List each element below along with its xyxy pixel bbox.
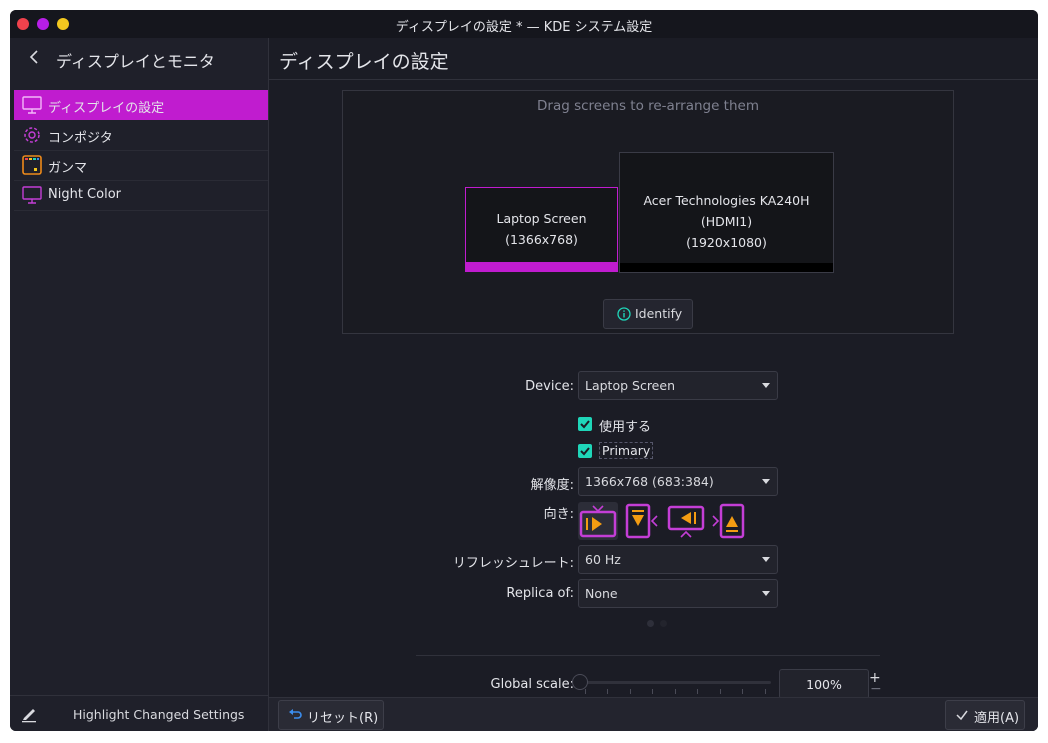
- orientation-portrait-right-button[interactable]: [621, 502, 661, 540]
- slider-tick: [765, 689, 766, 694]
- screen-name: Laptop Screen: [496, 211, 587, 226]
- chevron-down-icon: [762, 479, 770, 484]
- screen-laptop[interactable]: Laptop Screen (1366x768): [465, 187, 618, 272]
- refresh-rate-label: リフレッシュレート:: [452, 556, 574, 571]
- portrait-left-icon: [712, 503, 745, 539]
- device-combobox[interactable]: Laptop Screen: [578, 371, 778, 400]
- check-icon: [580, 420, 590, 429]
- gear-icon: [24, 127, 40, 143]
- page-title: ディスプレイの設定: [279, 51, 449, 73]
- arrange-hint: Drag screens to re-arrange them: [537, 98, 759, 114]
- slider-tick: [607, 689, 608, 694]
- sidebar-header: ディスプレイとモニタ: [10, 38, 268, 78]
- replica-of-value: None: [585, 586, 618, 601]
- reset-label: リセット(R): [307, 711, 379, 726]
- enabled-label: 使用する: [599, 420, 652, 435]
- resolution-combobox[interactable]: 1366x768 (683:384): [578, 467, 778, 496]
- apply-label: 適用(A): [974, 711, 1020, 726]
- sidebar-item-label: Night Color: [48, 187, 121, 202]
- title-bar: ディスプレイの設定 * — KDE システム設定: [10, 10, 1038, 38]
- identify-label: Identify: [635, 306, 683, 321]
- slider-tick: [742, 689, 743, 694]
- enabled-checkbox[interactable]: [578, 417, 592, 431]
- sidebar-item-compositor[interactable]: コンポジタ: [14, 120, 268, 151]
- device-label: Device:: [525, 379, 574, 394]
- replica-of-label: Replica of:: [506, 586, 574, 601]
- global-scale-label: Global scale:: [490, 677, 574, 692]
- sidebar-item-label: コンポジタ: [48, 131, 113, 146]
- info-icon: [617, 307, 631, 321]
- sidebar-item-label: ガンマ: [48, 161, 88, 176]
- slider-tick: [675, 689, 676, 694]
- global-scale-value: 100%: [806, 677, 842, 692]
- page-indicator-dot-1[interactable]: [647, 620, 654, 627]
- check-icon: [580, 447, 590, 456]
- global-scale-spinbox[interactable]: 100%: [779, 669, 869, 699]
- slider-tick: [652, 689, 653, 694]
- replica-of-combobox[interactable]: None: [578, 579, 778, 608]
- global-scale-slider-handle[interactable]: [572, 674, 588, 690]
- apply-button[interactable]: 適用(A): [945, 700, 1025, 730]
- screen-resolution: (1920x1080): [686, 235, 767, 250]
- portrait-right-icon: [625, 503, 658, 539]
- chevron-down-icon: [762, 591, 770, 596]
- screen-arrangement-area[interactable]: Drag screens to re-arrange them Acer Tec…: [342, 90, 954, 334]
- refresh-rate-value: 60 Hz: [585, 552, 621, 567]
- sidebar-title: ディスプレイとモニタ: [56, 52, 215, 71]
- identify-button[interactable]: Identify: [603, 299, 693, 329]
- sidebar-item-gamma[interactable]: ガンマ: [14, 150, 268, 181]
- bottom-action-bar: リセット(R) 適用(A): [269, 697, 1038, 731]
- back-arrow-icon[interactable]: [26, 48, 44, 66]
- screen-bar: [620, 263, 833, 272]
- orientation-label: 向き:: [543, 507, 574, 522]
- resolution-value: 1366x768 (683:384): [585, 474, 714, 489]
- slider-tick: [697, 689, 698, 694]
- global-scale-slider[interactable]: [578, 681, 771, 684]
- device-value: Laptop Screen: [585, 378, 675, 393]
- pen-icon: [22, 709, 36, 723]
- screen-name: Acer Technologies KA240H (HDMI1): [643, 193, 810, 229]
- display-icon: [22, 96, 42, 114]
- spin-decrement-button[interactable]: −: [870, 681, 882, 697]
- sidebar-item-night-color[interactable]: Night Color: [14, 180, 268, 211]
- primary-checkbox[interactable]: [578, 444, 592, 458]
- sidebar-item-label: ディスプレイの設定: [48, 101, 165, 116]
- reset-button[interactable]: リセット(R): [278, 700, 384, 730]
- refresh-rate-combobox[interactable]: 60 Hz: [578, 545, 778, 574]
- landscape-flipped-icon: [667, 505, 705, 538]
- slider-tick: [585, 689, 586, 694]
- main-panel: ディスプレイの設定 Drag screens to re-arrange the…: [269, 38, 1038, 731]
- gamma-icon: [22, 155, 42, 175]
- slider-tick: [720, 689, 721, 694]
- sidebar: ディスプレイとモニタ ディスプレイの設定 コンポジタ ガンマ Night Col…: [10, 38, 269, 731]
- chevron-down-icon: [762, 383, 770, 388]
- checkmark-icon: [956, 710, 968, 721]
- screen-acer[interactable]: Acer Technologies KA240H (HDMI1) (1920x1…: [619, 152, 834, 273]
- screen-bar: [466, 262, 617, 271]
- highlight-changed-settings-label: Highlight Changed Settings: [73, 707, 245, 722]
- system-settings-window: ディスプレイの設定 * — KDE システム設定 ディスプレイとモニタ ディスプ…: [10, 10, 1038, 731]
- landscape-icon: [579, 505, 617, 538]
- highlight-changed-settings-button[interactable]: Highlight Changed Settings: [10, 695, 268, 731]
- undo-icon: [289, 709, 302, 719]
- main-header: ディスプレイの設定: [269, 38, 1038, 80]
- night-color-icon: [22, 186, 42, 204]
- primary-label: Primary: [599, 442, 654, 459]
- page-indicator-dot-2[interactable]: [660, 620, 667, 627]
- sidebar-item-display[interactable]: ディスプレイの設定: [14, 90, 268, 120]
- orientation-landscape-button[interactable]: [578, 502, 618, 540]
- slider-tick: [630, 689, 631, 694]
- orientation-landscape-flipped-button[interactable]: [666, 502, 706, 540]
- orientation-portrait-left-button[interactable]: [709, 502, 749, 540]
- window-title: ディスプレイの設定 * — KDE システム設定: [395, 20, 653, 35]
- divider: [416, 655, 880, 656]
- resolution-label: 解像度:: [530, 478, 574, 493]
- chevron-down-icon: [762, 557, 770, 562]
- screen-resolution: (1366x768): [505, 232, 578, 247]
